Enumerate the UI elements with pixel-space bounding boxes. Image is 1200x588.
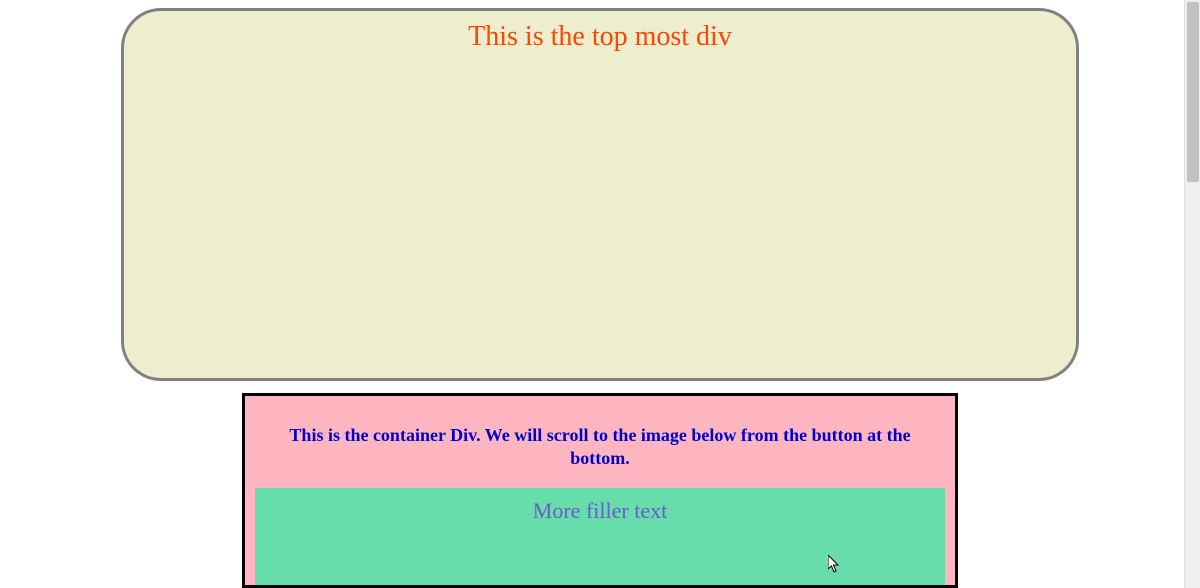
filler-div: More filler text bbox=[255, 488, 945, 588]
filler-text: More filler text bbox=[255, 498, 945, 524]
container-div[interactable]: This is the container Div. We will scrol… bbox=[242, 393, 958, 588]
page-scrollbar-thumb[interactable] bbox=[1187, 2, 1199, 182]
top-div: This is the top most div bbox=[121, 8, 1079, 381]
top-div-title: This is the top most div bbox=[124, 21, 1076, 53]
container-heading: This is the container Div. We will scrol… bbox=[255, 406, 945, 489]
page-wrap: This is the top most div This is the con… bbox=[0, 0, 1200, 588]
page-scrollbar[interactable] bbox=[1184, 0, 1200, 588]
container-inner: This is the container Div. We will scrol… bbox=[245, 396, 955, 489]
